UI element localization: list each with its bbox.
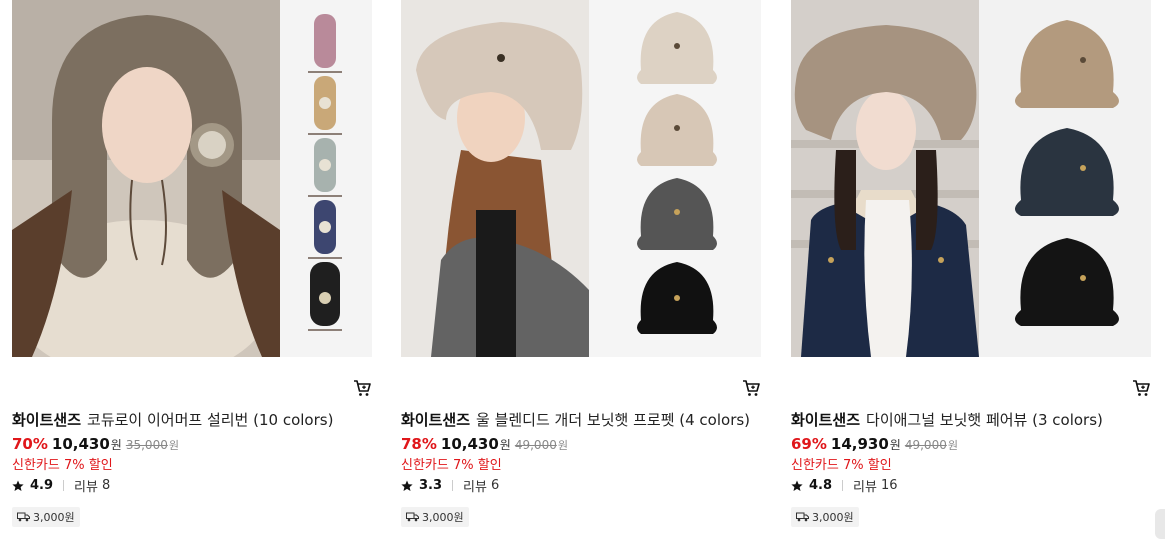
review-label: 리뷰	[853, 480, 877, 495]
star-icon	[12, 480, 24, 491]
truck-icon	[796, 512, 809, 522]
product-card[interactable]: 화이트샌즈 코듀로이 이어머프 설리번 (10 colors) 70% 10,430…	[12, 0, 372, 539]
cart-icon[interactable]	[741, 378, 761, 398]
review-count: 8	[101, 478, 111, 493]
currency-unit: 원	[110, 438, 122, 452]
price-info: 70% 10,430원 35,000원	[12, 434, 179, 453]
product-image[interactable]	[791, 0, 1151, 357]
original-currency-unit: 원	[557, 439, 568, 452]
review-count: 6	[490, 478, 500, 493]
product-image[interactable]	[12, 0, 372, 357]
price-info: 69% 14,930원 49,000원	[791, 434, 958, 453]
product-main-photo[interactable]	[791, 0, 979, 357]
product-image[interactable]	[401, 0, 761, 357]
product-main-photo[interactable]	[401, 0, 589, 357]
sale-price: 10,430	[440, 435, 499, 453]
review-label: 리뷰	[74, 480, 98, 495]
discount-rate: 70%	[12, 435, 48, 453]
shipping-badge: 3,000원	[12, 507, 80, 527]
product-name[interactable]: 울 블렌디드 개더 보닛햇 프로펫 (4 colors)	[476, 411, 750, 429]
truck-icon	[17, 512, 30, 522]
product-title[interactable]: 화이트샌즈 울 블렌디드 개더 보닛햇 프로펫 (4 colors)	[401, 409, 761, 430]
currency-unit: 원	[889, 438, 901, 452]
product-title[interactable]: 화이트샌즈 코듀로이 이어머프 설리번 (10 colors)	[12, 409, 372, 430]
sale-price: 14,930	[830, 435, 889, 453]
card-promo: 신한카드 7% 할인	[401, 458, 502, 473]
shipping-badge: 3,000원	[791, 507, 859, 527]
price-info: 78% 10,430원 49,000원	[401, 434, 568, 453]
cart-icon[interactable]	[352, 378, 372, 398]
product-card[interactable]: 화이트샌즈 다이애그널 보닛햇 페어뷰 (3 colors) 69% 14,930원…	[791, 0, 1151, 539]
discount-rate: 78%	[401, 435, 437, 453]
currency-unit: 원	[499, 438, 511, 452]
review-count: 16	[880, 478, 898, 493]
divider	[63, 480, 65, 491]
rating-info: 4.9 리뷰 8	[12, 476, 110, 495]
rating-score: 3.3	[419, 478, 443, 493]
color-thumbnails[interactable]	[589, 0, 761, 357]
product-title[interactable]: 화이트샌즈 다이애그널 보닛햇 페어뷰 (3 colors)	[791, 409, 1151, 430]
card-promo: 신한카드 7% 할인	[12, 458, 113, 473]
rating-score: 4.9	[30, 478, 54, 493]
original-price: 35,000	[125, 438, 168, 452]
original-price: 49,000	[904, 438, 947, 452]
product-card[interactable]: 화이트샌즈 울 블렌디드 개더 보닛햇 프로펫 (4 colors) 78% 10,…	[401, 0, 761, 539]
shipping-badge: 3,000원	[401, 507, 469, 527]
shipping-fee: 3,000원	[33, 511, 75, 524]
star-icon	[401, 480, 413, 491]
rating-score: 4.8	[809, 478, 833, 493]
rating-info: 4.8 리뷰 16	[791, 476, 898, 495]
scroll-button[interactable]	[1155, 509, 1165, 539]
product-name[interactable]: 코듀로이 이어머프 설리번 (10 colors)	[87, 411, 333, 429]
truck-icon	[406, 512, 419, 522]
brand-name[interactable]: 화이트샌즈	[401, 411, 470, 429]
color-thumbnails[interactable]	[280, 0, 372, 357]
product-name[interactable]: 다이애그널 보닛햇 페어뷰 (3 colors)	[866, 411, 1103, 429]
brand-name[interactable]: 화이트샌즈	[791, 411, 860, 429]
shipping-fee: 3,000원	[422, 511, 464, 524]
product-main-photo[interactable]	[12, 0, 280, 357]
sale-price: 10,430	[51, 435, 110, 453]
rating-info: 3.3 리뷰 6	[401, 476, 499, 495]
discount-rate: 69%	[791, 435, 827, 453]
divider	[842, 480, 844, 491]
original-currency-unit: 원	[947, 439, 958, 452]
brand-name[interactable]: 화이트샌즈	[12, 411, 81, 429]
product-grid: 화이트샌즈 코듀로이 이어머프 설리번 (10 colors) 70% 10,430…	[12, 0, 1165, 539]
original-price: 49,000	[514, 438, 557, 452]
shipping-fee: 3,000원	[812, 511, 854, 524]
cart-icon[interactable]	[1131, 378, 1151, 398]
star-icon	[791, 480, 803, 491]
color-thumbnails[interactable]	[979, 0, 1151, 357]
card-promo: 신한카드 7% 할인	[791, 458, 892, 473]
review-label: 리뷰	[463, 480, 487, 495]
original-currency-unit: 원	[168, 439, 179, 452]
divider	[452, 480, 454, 491]
